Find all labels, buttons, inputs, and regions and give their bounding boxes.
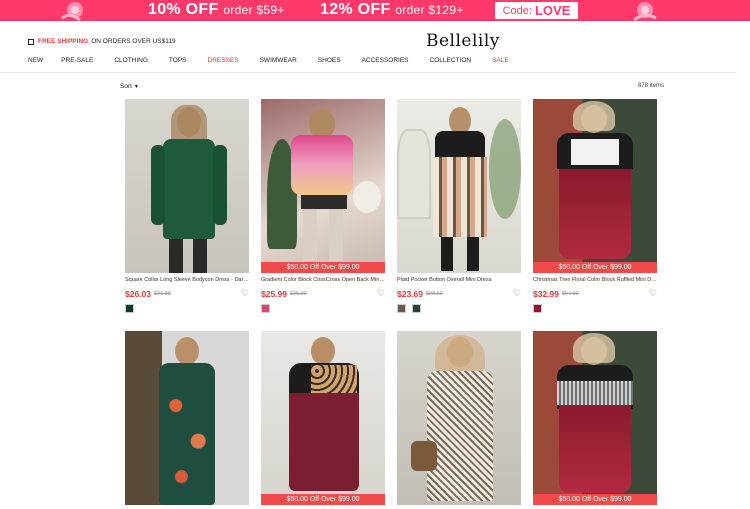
- nav-item-sale[interactable]: SALE: [492, 57, 509, 64]
- product-name[interactable]: Square Collar Long Sleeve Bodycon Dress …: [125, 277, 249, 283]
- product-image[interactable]: $50.00 Off Over $99.00: [261, 99, 385, 273]
- nav-item-dresses[interactable]: DRESSES: [208, 57, 239, 64]
- shipping-icon: [28, 38, 34, 45]
- product-card[interactable]: Plaid Pocket Button Overall Mini Dress $…: [397, 99, 521, 313]
- product-card[interactable]: $50.00 Off Over $99.00 Gradient Color Bl…: [261, 99, 385, 313]
- product-image[interactable]: $50.00 Off Over $99.00: [533, 99, 657, 273]
- color-swatch[interactable]: [261, 304, 270, 313]
- color-swatch[interactable]: [533, 304, 542, 313]
- promo-offer-2-sub: order $129+: [395, 3, 464, 17]
- free-shipping-condition: ON ORDERS OVER US$119: [91, 38, 176, 45]
- heart-icon[interactable]: ♡: [513, 288, 521, 299]
- product-image[interactable]: [125, 99, 249, 273]
- color-swatch[interactable]: [125, 304, 134, 313]
- product-card[interactable]: $50.00 Off Over $99.00: [533, 331, 657, 505]
- heart-icon[interactable]: ♡: [377, 288, 385, 299]
- product-price: $32.99: [533, 289, 559, 299]
- promo-tag: $50.00 Off Over $99.00: [533, 262, 657, 273]
- product-name[interactable]: Christmas Tree Floral Color Block Ruffle…: [533, 277, 657, 283]
- product-image[interactable]: [397, 331, 521, 505]
- nav-item-accessories[interactable]: ACCESSORIES: [362, 57, 409, 64]
- chevron-down-icon: ▾: [134, 84, 138, 90]
- promo-offer-1: 10% OFF order $59+: [148, 1, 285, 19]
- product-price: $23.69: [397, 289, 423, 299]
- promo-offer-1-main: 10% OFF: [148, 1, 219, 18]
- promo-tag: $50.00 Off Over $99.00: [533, 494, 657, 505]
- product-price: $25.99: [261, 289, 287, 299]
- product-price: $26.03: [125, 289, 151, 299]
- nav-item-tops[interactable]: TOPS: [169, 57, 187, 64]
- sort-label: Sort: [120, 83, 132, 90]
- rose-decoration-icon: [633, 2, 657, 21]
- header-divider: [0, 72, 736, 73]
- promo-code-box: Code: LOVE: [495, 2, 578, 19]
- promo-banner[interactable]: 10% OFF order $59+ 12% OFF order $129+ C…: [0, 0, 750, 21]
- promo-offer-2-main: 12% OFF: [320, 1, 391, 18]
- promo-offer-2: 12% OFF order $129+: [320, 1, 464, 19]
- rose-decoration-icon: [61, 2, 83, 21]
- nav-item-swimwear[interactable]: SWIMWEAR: [260, 57, 297, 64]
- product-image[interactable]: $50.00 Off Over $99.00: [261, 331, 385, 505]
- color-swatch[interactable]: [412, 304, 421, 313]
- product-card[interactable]: $50.00 Off Over $99.00: [261, 331, 385, 505]
- heart-icon[interactable]: ♡: [649, 288, 657, 299]
- sort-dropdown[interactable]: Sort ▾: [120, 83, 138, 90]
- free-shipping-notice: FREE SHIPPING ON ORDERS OVER US$119: [28, 38, 176, 45]
- product-old-price: $28.59: [426, 291, 443, 297]
- product-old-price: $31.88: [154, 291, 171, 297]
- promo-tag: $50.00 Off Over $99.00: [261, 262, 385, 273]
- nav-item-clothing[interactable]: CLOTHING: [114, 57, 148, 64]
- product-card[interactable]: $50.00 Off Over $99.00 Christmas Tree Fl…: [533, 99, 657, 313]
- nav-item-shoes[interactable]: SHOES: [318, 57, 341, 64]
- product-card[interactable]: [397, 331, 521, 505]
- promo-tag: $50.00 Off Over $99.00: [261, 494, 385, 505]
- product-image[interactable]: [125, 331, 249, 505]
- product-old-price: $54.99: [562, 291, 579, 297]
- item-count: 878 items: [638, 83, 665, 89]
- main-nav: NEW PRE-SALE CLOTHING TOPS DRESSES SWIMW…: [28, 57, 530, 64]
- product-image[interactable]: $50.00 Off Over $99.00: [533, 331, 657, 505]
- promo-offer-1-sub: order $59+: [223, 3, 285, 17]
- nav-item-new[interactable]: NEW: [28, 57, 43, 64]
- free-shipping-label: FREE SHIPPING: [38, 38, 89, 45]
- product-old-price: $35.99: [290, 291, 307, 297]
- product-name[interactable]: Gradient Color Block CrissCross Open Bac…: [261, 277, 385, 283]
- product-name[interactable]: Plaid Pocket Button Overall Mini Dress: [397, 277, 521, 283]
- nav-item-collection[interactable]: COLLECTION: [430, 57, 472, 64]
- promo-code-value: LOVE: [534, 3, 571, 18]
- heart-icon[interactable]: ♡: [241, 288, 249, 299]
- color-swatch[interactable]: [397, 304, 406, 313]
- promo-code-label: Code:: [502, 4, 532, 17]
- product-card[interactable]: [125, 331, 249, 505]
- product-card[interactable]: Square Collar Long Sleeve Bodycon Dress …: [125, 99, 249, 313]
- nav-item-pre-sale[interactable]: PRE-SALE: [61, 57, 93, 64]
- site-logo[interactable]: Bellelily: [426, 31, 500, 51]
- product-image[interactable]: [397, 99, 521, 273]
